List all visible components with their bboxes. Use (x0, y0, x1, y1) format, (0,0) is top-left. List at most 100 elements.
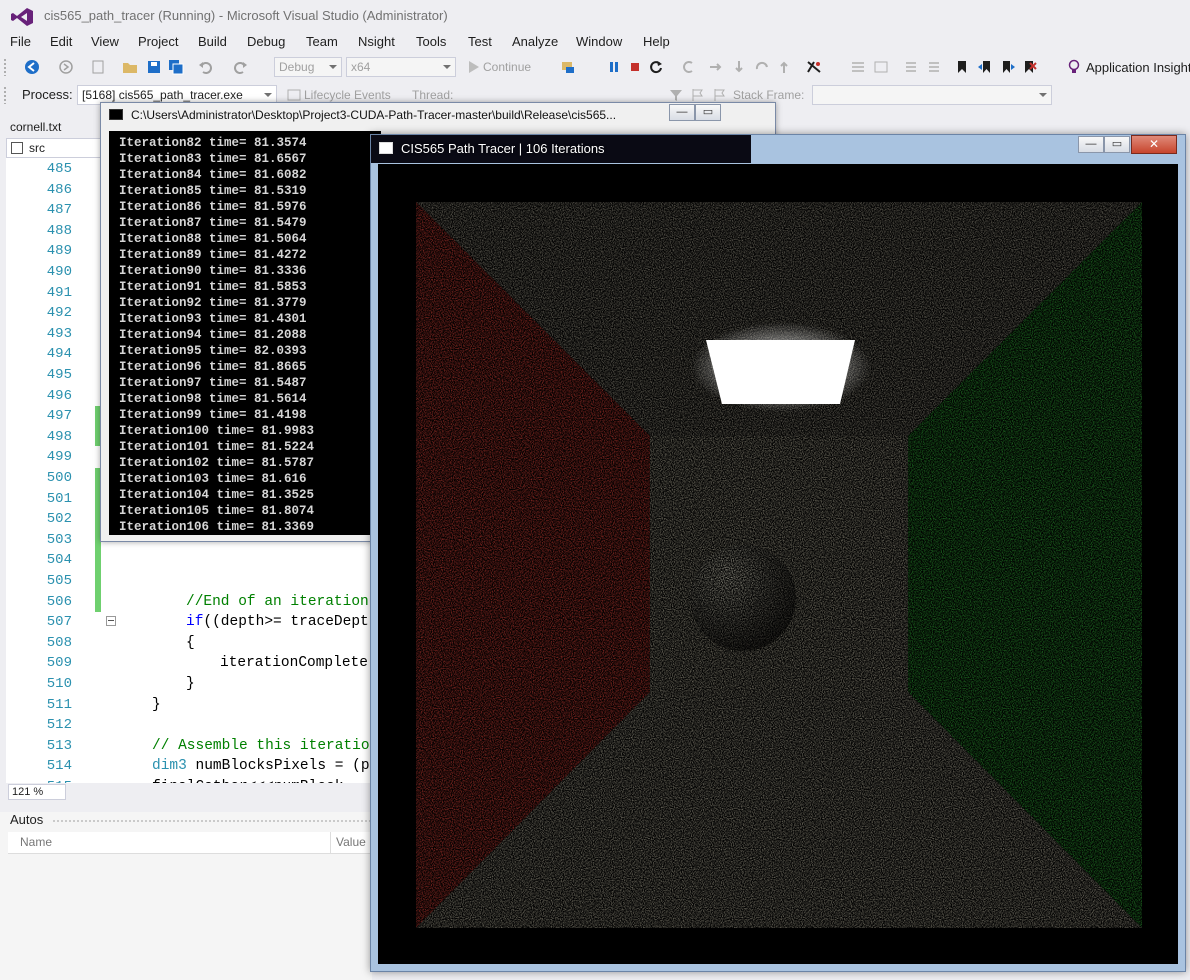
hex-display-icon[interactable] (806, 59, 822, 75)
code-line: { (186, 634, 195, 651)
line-number: 508 (46, 634, 72, 651)
console-line: Iteration89 time= 81.4272 (119, 248, 307, 262)
application-insights-button[interactable]: Application Insights (1086, 60, 1190, 75)
stop-debugging-icon[interactable] (627, 59, 643, 75)
menu-tools[interactable]: Tools (416, 34, 446, 49)
line-number: 498 (46, 428, 72, 445)
attach-icon[interactable] (560, 59, 576, 75)
line-number: 495 (46, 367, 72, 383)
save-icon[interactable] (146, 59, 162, 75)
lifecycle-events-icon[interactable] (286, 87, 302, 103)
stack-frame-label: Stack Frame: (733, 88, 805, 102)
restart-icon[interactable] (648, 59, 664, 75)
menu-help[interactable]: Help (643, 34, 670, 49)
continue-button[interactable]: Continue (483, 60, 531, 74)
close-button[interactable]: ✕ (1131, 135, 1177, 154)
menu-team[interactable]: Team (306, 34, 338, 49)
clear-bookmarks-icon[interactable] (1021, 59, 1037, 75)
maximize-button[interactable]: ▭ (1104, 136, 1130, 153)
minimize-button[interactable]: — (1078, 136, 1104, 153)
code-line: // Assemble this iteratio (152, 737, 370, 754)
menu-analyze[interactable]: Analyze (512, 34, 558, 49)
next-bookmark-icon[interactable] (1000, 59, 1016, 75)
save-all-icon[interactable] (168, 59, 184, 75)
stack-icon[interactable] (873, 59, 889, 75)
solution-platform-value: x64 (351, 60, 371, 74)
step-over-icon[interactable] (731, 59, 747, 75)
zoom-select[interactable]: 121 % (8, 784, 66, 800)
minimize-button[interactable]: — (669, 104, 695, 121)
bookmark-icon[interactable] (954, 59, 970, 75)
autos-column-value[interactable]: Value (336, 835, 366, 849)
nav-scope-select[interactable]: src (29, 141, 45, 155)
menu-edit[interactable]: Edit (50, 34, 72, 49)
flag-thread-icon[interactable] (690, 87, 706, 103)
open-file-icon[interactable] (122, 59, 138, 75)
console-line: Iteration86 time= 81.5976 (119, 200, 307, 214)
console-app-icon (109, 109, 123, 120)
line-number: 501 (46, 490, 72, 507)
line-number: 505 (46, 573, 72, 589)
autos-header-row: Name Value (8, 832, 372, 854)
filter-icon[interactable] (668, 87, 684, 103)
solution-platform-select[interactable]: x64 (346, 57, 456, 77)
step-over-arc-icon[interactable] (754, 59, 770, 75)
console-line: Iteration96 time= 81.8665 (119, 360, 307, 374)
maximize-button[interactable]: ▭ (695, 104, 721, 121)
line-number: 503 (46, 531, 72, 548)
line-number: 492 (46, 305, 72, 322)
comment-icon[interactable] (903, 59, 919, 75)
menu-nsight[interactable]: Nsight (358, 34, 395, 49)
menu-project[interactable]: Project (138, 34, 178, 49)
toolbar-grip[interactable] (3, 58, 7, 76)
window-app-icon (379, 142, 393, 154)
chevron-down-icon (1039, 93, 1047, 97)
code-line: if((depth>= traceDept (186, 614, 369, 631)
step-into-icon[interactable] (708, 59, 724, 75)
line-number: 487 (46, 202, 72, 219)
menu-test[interactable]: Test (468, 34, 492, 49)
zoom-value: 121 % (12, 786, 44, 798)
menu-debug[interactable]: Debug (247, 34, 285, 49)
prev-bookmark-icon[interactable] (977, 59, 993, 75)
line-number: 490 (46, 264, 72, 280)
show-next-statement-icon[interactable] (680, 59, 696, 75)
tab-cornell-txt[interactable]: cornell.txt (10, 120, 61, 134)
threads-icon[interactable] (850, 59, 866, 75)
menu-view[interactable]: View (91, 34, 119, 49)
stack-frame-select[interactable] (812, 85, 1052, 105)
console-line: Iteration93 time= 81.4301 (119, 312, 307, 326)
application-insights-icon[interactable] (1066, 59, 1082, 75)
line-number: 497 (46, 408, 72, 425)
render-viewport[interactable] (378, 164, 1178, 964)
console-line: Iteration105 time= 81.8074 (119, 504, 315, 518)
menu-window[interactable]: Window (576, 34, 622, 49)
new-project-icon[interactable] (90, 59, 106, 75)
window-title: cis565_path_tracer (Running) - Microsoft… (44, 8, 448, 23)
console-output[interactable]: Iteration82 time= 81.3574 Iteration83 tim… (109, 131, 381, 535)
toolbar-grip[interactable] (3, 86, 7, 104)
step-out-icon[interactable] (776, 59, 792, 75)
autos-panel: Autos Name Value (0, 812, 372, 980)
redo-icon[interactable] (232, 59, 248, 75)
menu-file[interactable]: File (10, 34, 31, 49)
autos-title: Autos (10, 812, 44, 827)
continue-icon[interactable] (466, 59, 482, 75)
collapse-toggle-icon[interactable] (106, 616, 116, 626)
undo-icon[interactable] (198, 59, 214, 75)
menu-build[interactable]: Build (198, 34, 227, 49)
panel-grip[interactable] (52, 819, 372, 823)
console-line: Iteration104 time= 81.3525 (119, 488, 315, 502)
lifecycle-events-button[interactable]: Lifecycle Events (304, 88, 391, 102)
uncomment-icon[interactable] (926, 59, 942, 75)
break-all-icon[interactable] (606, 59, 622, 75)
autos-column-name[interactable]: Name (20, 835, 52, 849)
column-divider[interactable] (330, 832, 331, 854)
line-number: 493 (46, 325, 72, 342)
console-line: Iteration87 time= 81.5479 (119, 216, 307, 230)
solution-config-select[interactable]: Debug (274, 57, 342, 77)
line-number: 513 (46, 737, 72, 754)
flag-all-icon[interactable] (712, 87, 728, 103)
navigate-back-icon[interactable] (24, 59, 40, 75)
navigate-forward-icon[interactable] (58, 59, 74, 75)
